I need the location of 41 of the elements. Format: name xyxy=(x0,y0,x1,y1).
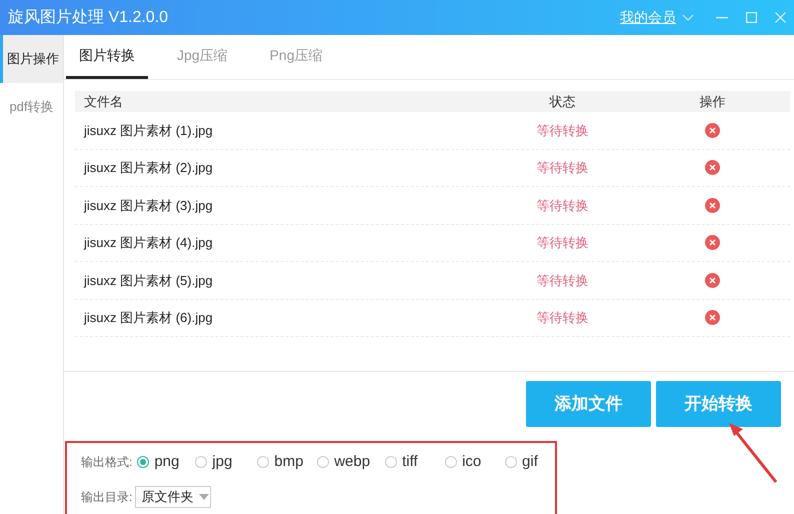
tab[interactable]: 图片转换 xyxy=(66,34,148,79)
format-radio[interactable]: gif xyxy=(505,451,555,474)
status-text: 等待转换 xyxy=(536,309,590,327)
format-radio[interactable]: tiff xyxy=(385,451,446,474)
remove-icon[interactable] xyxy=(705,272,720,288)
column-header: 操作 xyxy=(698,92,726,111)
close-icon[interactable] xyxy=(775,12,786,23)
file-name: jisuxz 图片素材 (3).jpg xyxy=(82,196,214,215)
field-label: 输出格式: xyxy=(81,454,132,472)
caret-icon xyxy=(199,494,210,500)
remove-icon[interactable] xyxy=(705,198,720,213)
column-header: 文件名 xyxy=(83,92,124,111)
status-text: 等待转换 xyxy=(536,234,590,252)
remove-icon[interactable] xyxy=(705,122,720,138)
file-name: jisuxz 图片素材 (4).jpg xyxy=(82,234,214,252)
format-radio[interactable]: png xyxy=(137,451,196,474)
file-name: jisuxz 图片素材 (6).jpg xyxy=(82,309,214,327)
format-radio[interactable]: webp xyxy=(317,451,386,474)
sidebar-item[interactable]: 图片操作 xyxy=(0,35,63,83)
sidebar-item[interactable]: pdf转换 xyxy=(0,83,63,131)
maximize-icon[interactable] xyxy=(746,12,757,23)
field-label: 输出目录: xyxy=(81,488,132,506)
file-name: jisuxz 图片素材 (2).jpg xyxy=(82,159,214,177)
format-radio[interactable]: ico xyxy=(445,451,506,474)
status-text: 等待转换 xyxy=(536,159,590,177)
minimize-icon[interactable] xyxy=(716,16,728,18)
remove-icon[interactable] xyxy=(705,235,720,250)
file-name: jisuxz 图片素材 (1).jpg xyxy=(82,122,214,140)
chevron-down-icon[interactable] xyxy=(682,14,694,22)
window-title: 旋风图片处理 V1.2.0.0 xyxy=(8,8,168,28)
status-text: 等待转换 xyxy=(536,272,590,290)
format-radio[interactable]: bmp xyxy=(257,451,318,474)
remove-icon[interactable] xyxy=(705,310,720,326)
pointer-arrow xyxy=(729,423,778,483)
remove-icon[interactable] xyxy=(705,160,720,176)
column-header: 状态 xyxy=(548,92,576,111)
status-text: 等待转换 xyxy=(536,122,590,140)
folder-dropdown[interactable]: 原文件夹 xyxy=(135,486,212,508)
status-text: 等待转换 xyxy=(536,196,590,214)
file-name: jisuxz 图片素材 (5).jpg xyxy=(82,272,214,290)
format-radio[interactable]: jpg xyxy=(195,451,258,474)
